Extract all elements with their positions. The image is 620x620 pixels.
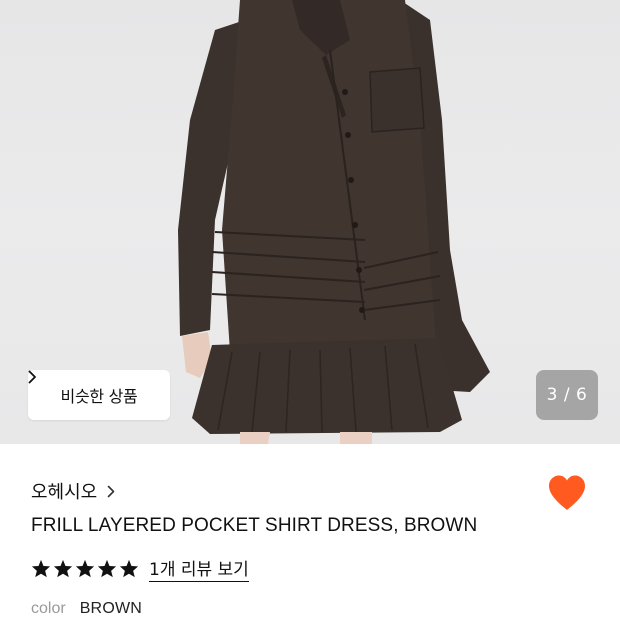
star-icon (97, 559, 117, 578)
brand-link[interactable]: 오헤시오 (31, 478, 115, 504)
color-value: BROWN (79, 600, 143, 617)
color-option: color BROWN (31, 600, 142, 618)
star-rating (31, 559, 139, 578)
image-counter: 3 / 6 (536, 370, 598, 420)
star-icon (75, 559, 95, 578)
brand-name: 오헤시오 (31, 482, 98, 503)
chevron-right-icon (28, 370, 36, 384)
product-info: 오헤시오 FRILL LAYERED POCKET SHIRT DRESS, B… (0, 444, 620, 620)
heart-icon (549, 475, 585, 510)
star-icon (31, 559, 51, 578)
chevron-right-icon (107, 485, 115, 497)
product-title: FRILL LAYERED POCKET SHIRT DRESS, BROWN (31, 515, 478, 536)
rating-row: 1개 리뷰 보기 (31, 555, 249, 582)
product-image-gallery[interactable]: 비슷한 상품 3 / 6 (0, 0, 620, 444)
star-icon (53, 559, 73, 578)
wishlist-button[interactable] (547, 474, 587, 512)
similar-products-label: 비슷한 상품 (60, 387, 138, 406)
color-label: color (31, 600, 66, 617)
reviews-link[interactable]: 1개 리뷰 보기 (149, 555, 249, 582)
star-icon (119, 559, 139, 578)
similar-products-button[interactable]: 비슷한 상품 (28, 370, 170, 420)
